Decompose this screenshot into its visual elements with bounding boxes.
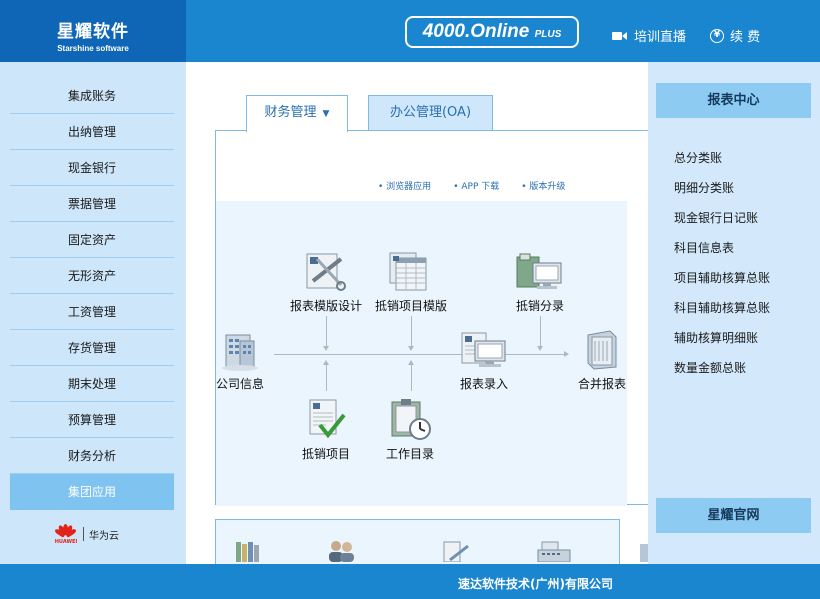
flow-arrow-down — [537, 346, 543, 351]
training-live-label: 培训直播 — [634, 30, 687, 45]
flow-node-expense-item[interactable]: 抵销项目 — [298, 397, 354, 462]
computer-document-icon — [461, 332, 506, 367]
partner-label: 华为云 — [89, 530, 119, 542]
sidebar-item-group-app[interactable]: 集团应用 — [10, 474, 174, 510]
spreadsheet-stack-icon — [389, 252, 427, 291]
flow-node-expense-entry[interactable]: 抵销分录 — [508, 251, 572, 314]
flow-arrow-down — [323, 346, 329, 351]
brand-name: 星耀软件 — [57, 22, 129, 42]
office-building-icon — [222, 334, 258, 371]
video-camera-icon — [612, 30, 628, 42]
quick-links: 浏览器应用 APP 下载 版本升级 — [378, 179, 565, 192]
document-tools-icon[interactable] — [442, 540, 470, 562]
tab-finance-label: 财务管理 — [264, 105, 317, 120]
flow-arrow-right — [564, 351, 569, 357]
expense-template-label: 抵销项目模版 — [374, 299, 447, 313]
users-icon[interactable] — [326, 538, 356, 562]
flow-main-line — [274, 354, 564, 355]
sidebar-item-financial-analysis[interactable]: 财务分析 — [10, 438, 174, 474]
report-template-label: 报表模版设计 — [289, 299, 362, 313]
finance-panel: 浏览器应用 APP 下载 版本升级 — [215, 130, 648, 506]
official-site-button[interactable]: 星耀官网 — [656, 498, 811, 533]
report-link-general-ledger[interactable]: 总分类账 — [674, 149, 722, 166]
flow-arrow-up — [323, 360, 329, 365]
flow-line-expense-entry — [540, 316, 541, 348]
footer-bar: 速达软件技术(广州)有限公司 — [0, 564, 820, 599]
browser-app-link[interactable]: 浏览器应用 — [378, 179, 431, 192]
computer-binder-icon — [516, 253, 562, 289]
version-upgrade-link[interactable]: 版本升级 — [521, 179, 565, 192]
sidebar-item-cash-bank[interactable]: 现金银行 — [10, 150, 174, 186]
partial-icon — [640, 544, 648, 562]
plus-label: PLUS — [534, 29, 562, 40]
sidebar-item-period-end[interactable]: 期末处理 — [10, 366, 174, 402]
work-dir-label: 工作目录 — [385, 447, 434, 461]
huawei-wordmark: HUAWEI — [54, 539, 78, 545]
flow-arrow-down — [408, 346, 414, 351]
online-plus-badge[interactable]: 4000.Online PLUS — [405, 16, 579, 48]
flow-line-expense-item — [326, 365, 327, 391]
expense-item-label: 抵销项目 — [301, 447, 350, 461]
report-link-subject-info[interactable]: 科目信息表 — [674, 239, 734, 256]
report-link-quantity-ledger[interactable]: 数量金额总账 — [674, 359, 746, 376]
sidebar-item-cashier[interactable]: 出纳管理 — [10, 114, 174, 150]
footer-company: 速达软件技术(广州)有限公司 — [458, 577, 613, 591]
flow-line-work-dir — [411, 365, 412, 391]
checklist-icon — [309, 399, 346, 439]
sidebar-item-integrated-accounts[interactable]: 集成账务 — [10, 78, 174, 114]
report-center-sidebar: 报表中心 总分类账 明细分类账 现金银行日记账 科目信息表 项目辅助核算总账 科… — [648, 62, 820, 564]
flow-node-report-input[interactable]: 报表录入 — [454, 329, 514, 392]
sidebar-item-payroll[interactable]: 工资管理 — [10, 294, 174, 330]
partner-divider — [83, 527, 84, 541]
flow-node-expense-template[interactable]: 抵销项目模版 — [371, 251, 451, 314]
template-tools-icon — [306, 253, 346, 291]
flow-line-template — [326, 316, 327, 348]
sidebar-item-budget[interactable]: 预算管理 — [10, 402, 174, 438]
chevron-down-icon: ▼ — [322, 109, 330, 119]
training-live-link[interactable]: 培训直播 — [612, 26, 686, 45]
flow-node-report-template[interactable]: 报表模版设计 — [286, 251, 366, 314]
flow-arrow-up — [408, 360, 414, 365]
clipboard-clock-icon — [391, 399, 431, 440]
sidebar-item-intangible-assets[interactable]: 无形资产 — [10, 258, 174, 294]
renew-link[interactable]: ¥ 续 费 — [710, 26, 760, 45]
server-rack-icon — [587, 330, 617, 370]
huawei-logo-icon: HUAWEI — [53, 524, 78, 545]
sidebar-item-inventory[interactable]: 存货管理 — [10, 330, 174, 366]
flow-node-merged-report[interactable]: 合并报表 — [576, 329, 628, 392]
tab-finance-management[interactable]: 财务管理 ▼ — [246, 95, 348, 132]
sidebar-item-bills[interactable]: 票据管理 — [10, 186, 174, 222]
flow-node-work-dir[interactable]: 工作目录 — [382, 397, 438, 462]
report-input-label: 报表录入 — [459, 377, 508, 391]
secondary-panel — [215, 519, 648, 569]
report-link-aux-detail[interactable]: 辅助核算明细账 — [674, 329, 758, 346]
renew-label: 续 费 — [730, 30, 761, 45]
app-download-link[interactable]: APP 下载 — [453, 179, 499, 192]
group-flowchart: 公司信息 报表模版设计 抵销项目模版 抵销分录 报表录入 合并报表 抵销项目 工… — [216, 201, 627, 506]
brand-logo[interactable]: 星耀软件 Starshine software — [0, 0, 186, 62]
binders-icon[interactable] — [234, 540, 260, 562]
top-header: 星耀软件 Starshine software 4000.Online PLUS… — [0, 0, 820, 62]
module-sidebar: 集成账务 出纳管理 现金银行 票据管理 固定资产 无形资产 工资管理 存货管理 … — [0, 62, 186, 564]
merged-report-label: 合并报表 — [577, 377, 626, 391]
report-link-subject-aux-ledger[interactable]: 科目辅助核算总账 — [674, 299, 770, 316]
sidebar-item-fixed-assets[interactable]: 固定资产 — [10, 222, 174, 258]
flow-line-expense-template — [411, 316, 412, 348]
company-info-label: 公司信息 — [215, 377, 264, 391]
tab-office-management[interactable]: 办公管理(OA) — [368, 95, 493, 131]
report-link-project-aux-ledger[interactable]: 项目辅助核算总账 — [674, 269, 770, 286]
huawei-cloud-partner[interactable]: HUAWEI 华为云 — [53, 524, 119, 545]
report-center-title[interactable]: 报表中心 — [656, 83, 811, 118]
report-link-cash-journal[interactable]: 现金银行日记账 — [674, 209, 758, 226]
online-label: 4000.Online — [422, 21, 530, 42]
report-link-detail-ledger[interactable]: 明细分类账 — [674, 179, 734, 196]
main-content: 财务管理 ▼ 办公管理(OA) 浏览器应用 APP 下载 版本升级 — [186, 62, 648, 569]
yen-coin-icon: ¥ — [710, 28, 724, 43]
flow-node-company-info[interactable]: 公司信息 — [214, 329, 266, 392]
cash-register-icon[interactable] — [536, 540, 572, 562]
brand-tagline: Starshine software — [57, 44, 129, 53]
expense-entry-label: 抵销分录 — [515, 299, 564, 313]
